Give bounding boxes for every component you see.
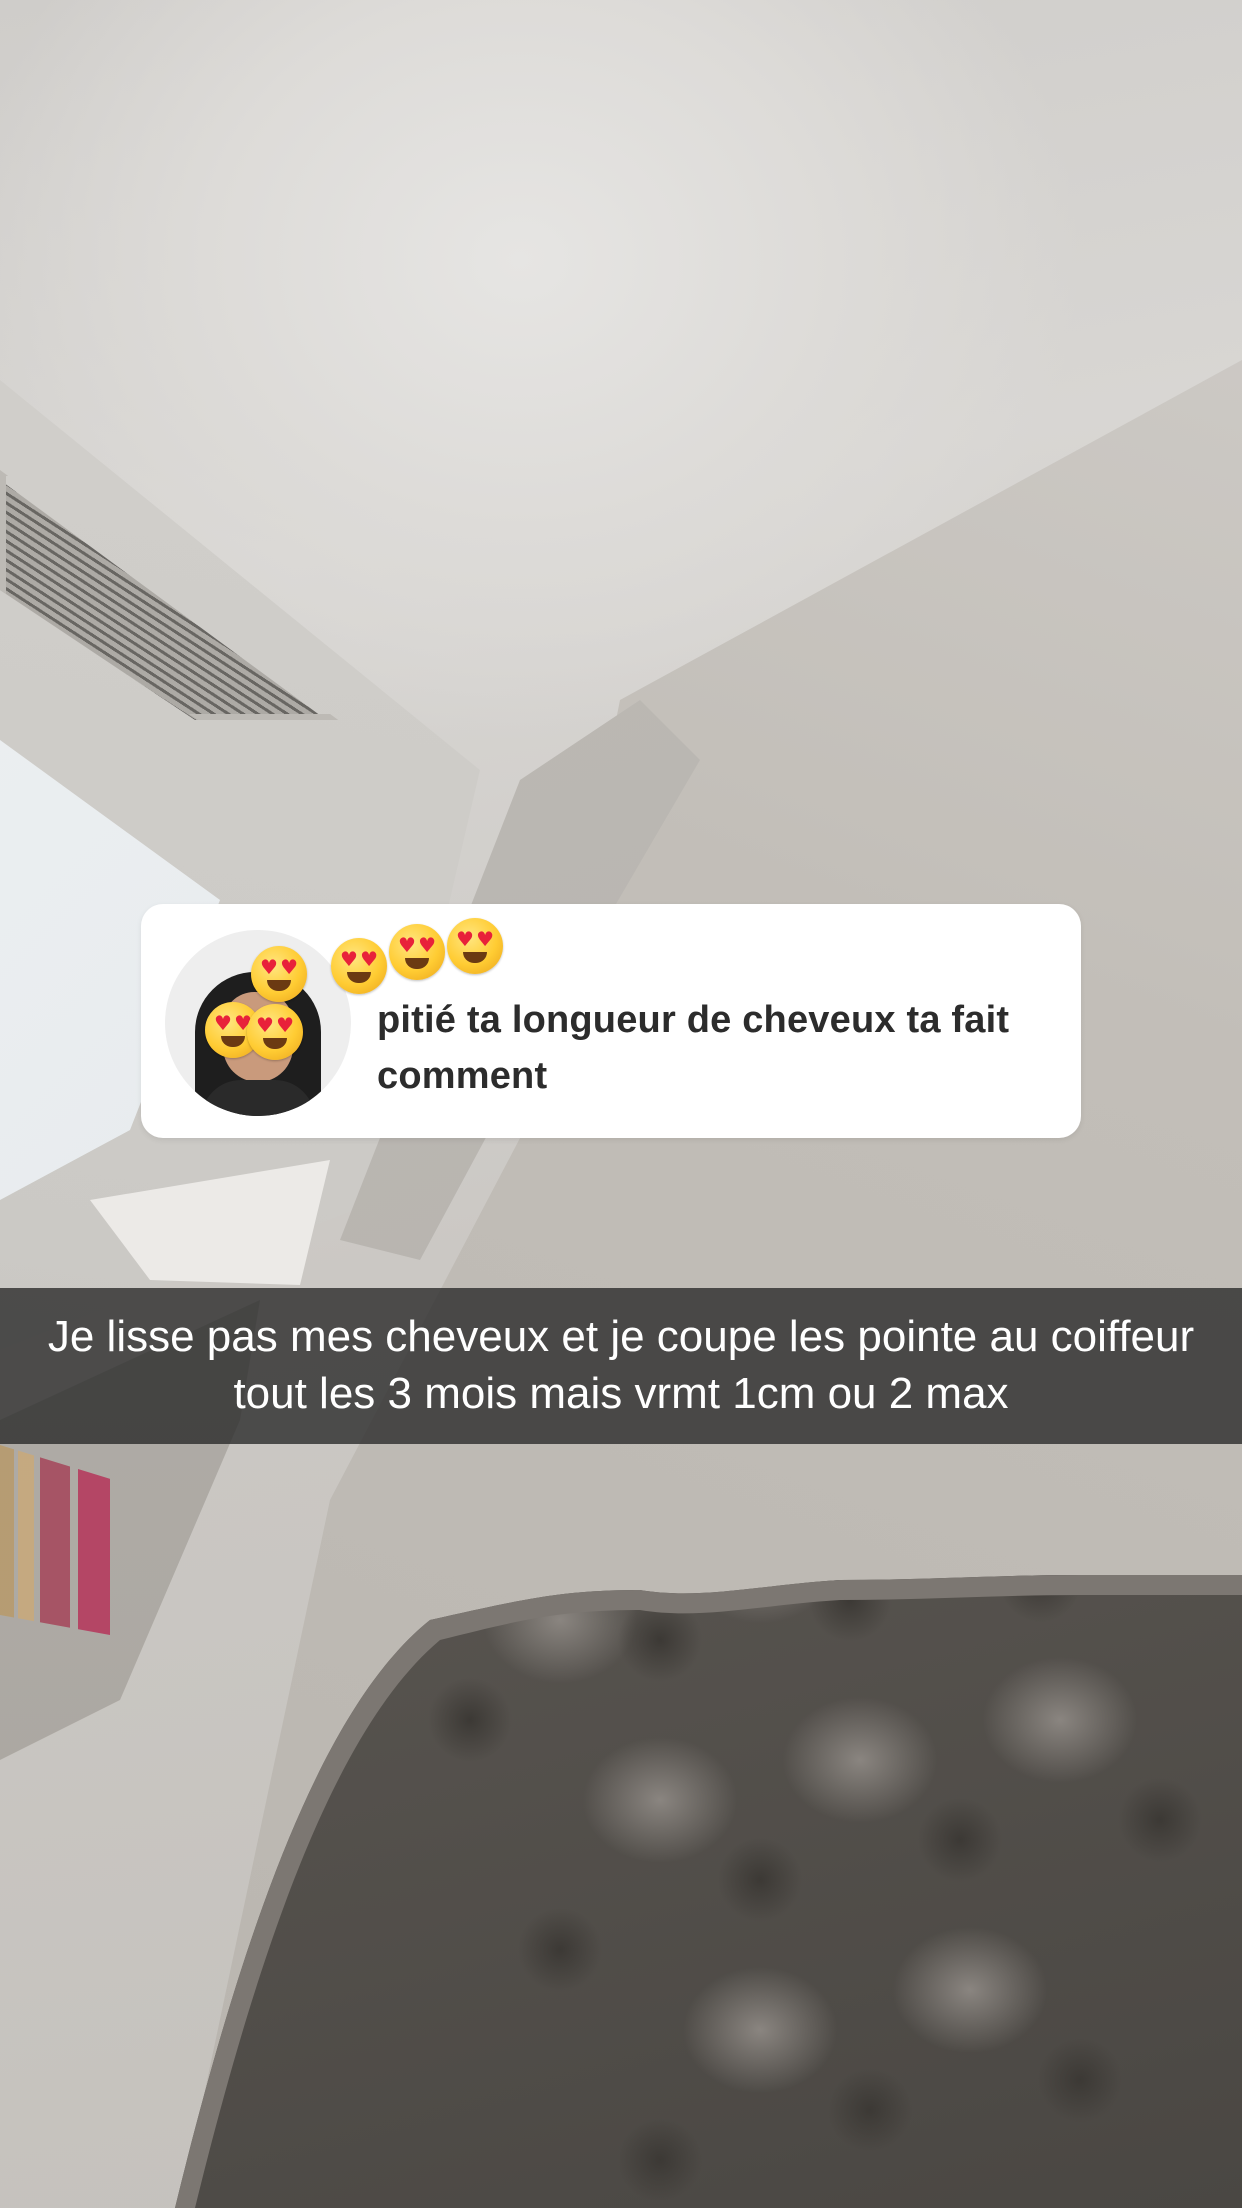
bitmoji-avatar-icon [165,930,351,1116]
heart-eyes-emoji-icon [447,918,503,974]
question-text: pitié ta longueur de cheveux ta fait com… [377,999,1010,1097]
caption-text: Je lisse pas mes cheveux et je coupe les… [47,1312,1195,1418]
avatar-face [223,992,293,1082]
heart-eyes-emoji-icon [389,924,445,980]
story-screen[interactable]: pitié ta longueur de cheveux ta fait com… [0,0,1242,2208]
question-sticker[interactable]: pitié ta longueur de cheveux ta fait com… [141,904,1081,1138]
caption-bar[interactable]: Je lisse pas mes cheveux et je coupe les… [0,1288,1242,1444]
